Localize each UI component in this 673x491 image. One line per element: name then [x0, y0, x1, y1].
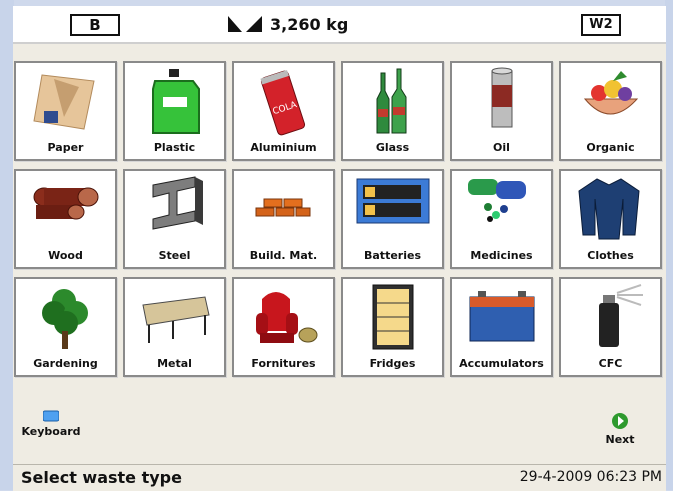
tile-fornitures[interactable]: Fornitures — [232, 277, 335, 377]
tile-label: Accumulators — [459, 357, 544, 370]
keyboard-icon — [42, 410, 60, 422]
tile-label: Wood — [48, 249, 83, 262]
tile-batteries[interactable]: Batteries — [341, 169, 444, 269]
tile-glass[interactable]: Glass — [341, 61, 444, 161]
tile-label: Plastic — [153, 141, 196, 154]
tile-label: Batteries — [364, 249, 421, 262]
tile-plastic[interactable]: Plastic — [123, 61, 226, 161]
tree-icon — [42, 289, 88, 349]
wood-icon — [33, 187, 99, 220]
status-bar: Select waste type 29-4-2009 06:23 PM — [13, 464, 666, 491]
tile-label: CFC — [598, 357, 623, 370]
tile-clothes[interactable]: Clothes — [559, 169, 662, 269]
tile-gardening[interactable]: Gardening — [14, 277, 117, 377]
armchair-icon — [256, 292, 318, 343]
tile-label: Aluminium — [250, 141, 317, 154]
arrow-right-icon — [612, 413, 628, 429]
screen: B 3,260 kg W2 Paper Plastic COLA Alumini… — [13, 6, 666, 491]
paper-icon — [33, 74, 95, 130]
next-label: Next — [605, 433, 635, 446]
left-truck-indicator: B — [70, 14, 120, 36]
tile-label: Steel — [158, 249, 191, 262]
medicines-icon — [468, 179, 526, 222]
tile-label: Clothes — [587, 249, 634, 262]
tile-label: Fridges — [369, 357, 416, 370]
weight-value: 3,260 kg — [270, 14, 349, 34]
status-datetime: 29-4-2009 06:23 PM — [519, 469, 662, 485]
tile-paper[interactable]: Paper — [14, 61, 117, 161]
device-frame-right — [665, 0, 673, 490]
tile-aluminium[interactable]: COLA Aluminium — [232, 61, 335, 161]
glass-icon — [376, 68, 407, 134]
tile-label: Medicines — [470, 249, 533, 262]
scale-icon — [228, 16, 262, 32]
steel-icon — [152, 176, 203, 230]
tile-metal[interactable]: Metal — [123, 277, 226, 377]
tile-label: Gardening — [33, 357, 98, 370]
tile-label: Oil — [493, 141, 510, 154]
plastic-icon — [152, 69, 200, 134]
batteries-icon — [356, 178, 430, 224]
right-truck-indicator: W2 — [581, 14, 621, 36]
next-button[interactable]: Next — [598, 412, 642, 446]
tile-medicines[interactable]: Medicines — [450, 169, 553, 269]
bricks-icon — [255, 198, 311, 217]
tile-fridges[interactable]: Fridges — [341, 277, 444, 377]
tile-organic[interactable]: Organic — [559, 61, 662, 161]
tile-label: Metal — [157, 357, 192, 370]
keyboard-label: Keyboard — [21, 425, 81, 438]
weight-display: 3,260 kg — [228, 12, 468, 36]
tile-label: Build. Mat. — [249, 249, 318, 262]
tile-build-mat[interactable]: Build. Mat. — [232, 169, 335, 269]
tile-label: Glass — [375, 141, 410, 154]
car-battery-icon — [469, 291, 535, 342]
tile-wood[interactable]: Wood — [14, 169, 117, 269]
keyboard-button[interactable]: Keyboard — [21, 410, 81, 438]
tile-steel[interactable]: Steel — [123, 169, 226, 269]
clothes-icon — [578, 178, 640, 240]
aluminium-icon: COLA — [260, 70, 306, 136]
status-message: Select waste type — [21, 468, 182, 487]
metal-icon — [142, 296, 210, 343]
oil-icon — [491, 67, 513, 128]
tile-oil[interactable]: Oil — [450, 61, 553, 161]
tile-accumulators[interactable]: Accumulators — [450, 277, 553, 377]
tile-label: Paper — [47, 141, 84, 154]
header-bar: B 3,260 kg W2 — [13, 6, 666, 44]
tile-label: Fornitures — [251, 357, 316, 370]
fridge-icon — [372, 284, 414, 350]
tile-label: Organic — [586, 141, 635, 154]
organic-icon — [583, 71, 639, 115]
spray-can-icon — [599, 284, 643, 347]
tile-cfc[interactable]: CFC — [559, 277, 662, 377]
device-frame-left — [0, 0, 14, 490]
